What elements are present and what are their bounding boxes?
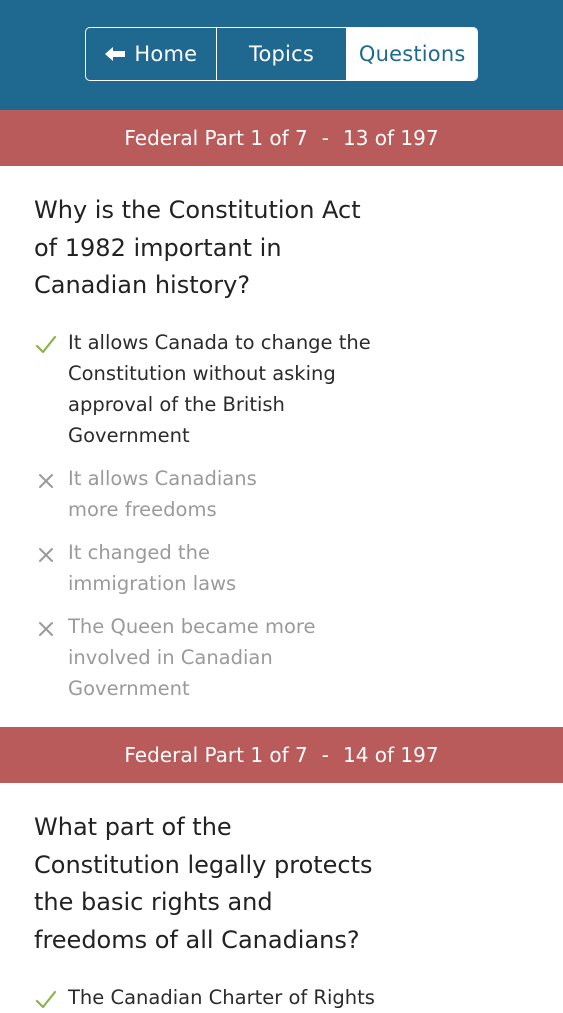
section-header: Federal Part 1 of 7 - 14 of 197	[0, 727, 563, 783]
check-icon	[35, 335, 57, 354]
cross-icon	[39, 622, 53, 636]
section-separator: -	[321, 126, 329, 150]
answer-line: approval of the British	[68, 393, 285, 416]
question-title-line: What part of the	[34, 813, 232, 841]
cross-icon	[39, 474, 53, 488]
topics-button[interactable]: Topics	[217, 28, 348, 80]
question-title-line: Constitution legally protects	[34, 850, 373, 879]
cross-icon	[39, 548, 53, 562]
question-title-line: of 1982 important in	[34, 233, 282, 262]
question-title-line: Canadian history?	[34, 271, 251, 299]
check-icon	[35, 990, 57, 1009]
answer-line: It allows Canada to change the	[68, 331, 371, 354]
home-button-label: Home	[134, 42, 198, 66]
questions-button-label: Questions	[358, 42, 466, 66]
section-progress: 14 of 197	[342, 743, 439, 767]
arrow-left-icon	[105, 47, 126, 61]
answer-line: The Canadian Charter of Rights	[68, 986, 375, 1009]
answer-line: It changed the	[68, 541, 210, 564]
answer-line: involved in Canadian	[68, 646, 273, 669]
answer-line: Government	[68, 677, 190, 700]
topics-button-label: Topics	[249, 42, 314, 66]
question-title: What part of the Constitution legally pr…	[34, 809, 454, 959]
questions-button[interactable]: Questions	[347, 28, 477, 80]
answer-option[interactable]: The Queen became more involved in Canadi…	[68, 611, 428, 704]
answer-line: It allows Canadians	[68, 467, 257, 490]
question-title: Why is the Constitution Act of 1982 impo…	[34, 192, 434, 305]
answer-line: more freedoms	[68, 498, 217, 521]
answer-option[interactable]: It changed the immigration laws	[68, 537, 428, 599]
answer-option-correct[interactable]: It allows Canada to change the Constitut…	[68, 327, 428, 451]
section-part: Federal Part 1 of 7	[124, 126, 308, 150]
answer-line: immigration laws	[68, 572, 237, 595]
section-part: Federal Part 1 of 7	[124, 743, 308, 767]
segmented-control: Home Topics Questions	[85, 27, 478, 81]
question-title-line: the basic rights and	[34, 888, 273, 916]
answer-line: Government	[68, 424, 190, 447]
question-title-line: freedoms of all Canadians?	[34, 925, 360, 954]
home-button[interactable]: Home	[86, 28, 217, 80]
answer-option-correct[interactable]: The Canadian Charter of Rights	[68, 982, 428, 1013]
section-progress: 13 of 197	[342, 126, 439, 150]
top-nav-bar: Home Topics Questions	[0, 0, 563, 110]
question-title-line: Why is the Constitution Act	[34, 196, 361, 224]
section-separator: -	[321, 743, 329, 767]
answer-option[interactable]: It allows Canadians more freedoms	[68, 463, 428, 525]
section-header: Federal Part 1 of 7 - 13 of 197	[0, 110, 563, 166]
answer-line: The Queen became more	[68, 615, 316, 638]
answer-line: Constitution without asking	[68, 362, 336, 385]
